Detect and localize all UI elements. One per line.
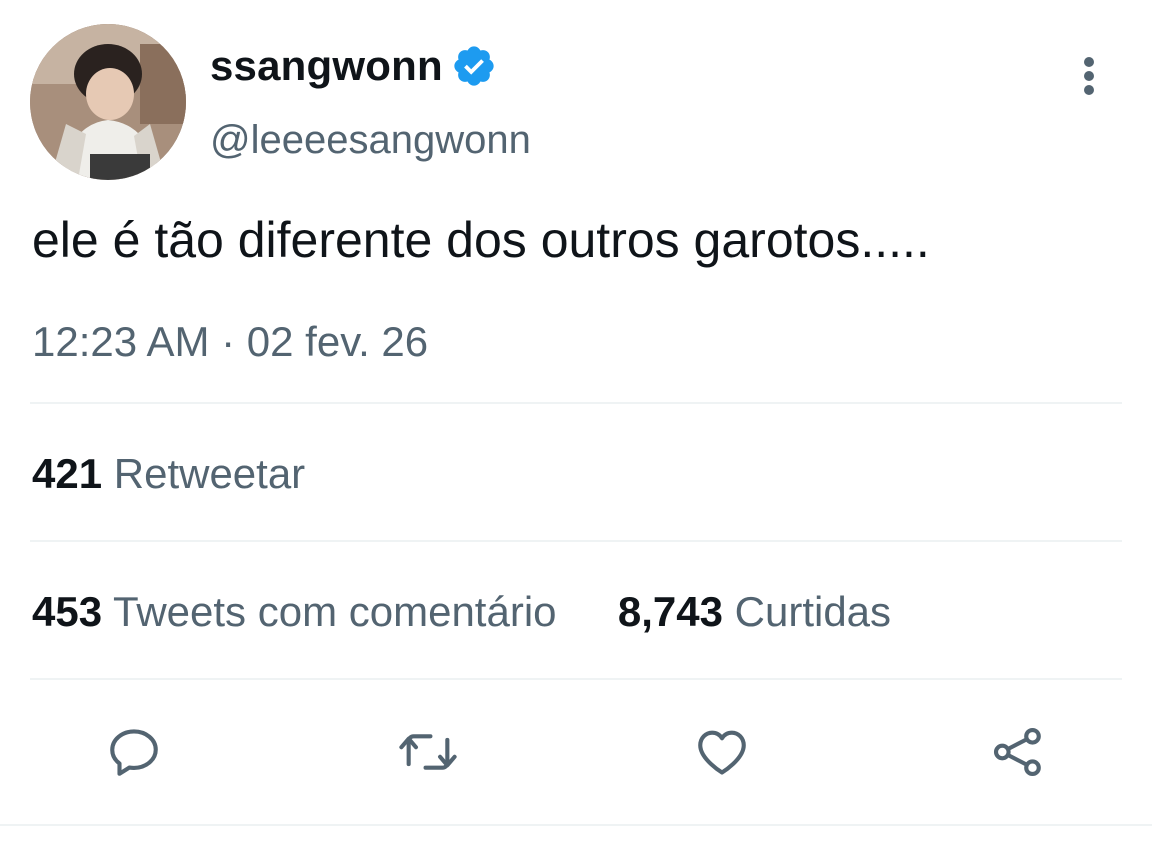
divider [30,678,1122,680]
avatar[interactable] [30,24,186,180]
likes-count: 8,743 [617,588,723,635]
like-icon [698,730,746,775]
like-button[interactable] [690,720,754,784]
retweets-label: Retweetar [113,450,306,497]
tweet-text: ele é tão diferente dos outros garotos..… [32,212,930,268]
quotes-stat[interactable]: 453 Tweets com comentário [32,588,568,635]
likes-label: Curtidas [734,588,892,635]
display-name[interactable]: ssangwonn [210,42,443,90]
reply-button[interactable] [102,720,166,784]
verified-badge-icon [451,43,497,89]
divider [30,540,1122,542]
retweet-button[interactable] [396,720,460,784]
divider [30,402,1122,404]
engagement-stats: 453 Tweets com comentário 8,743 Curtidas [32,588,891,636]
reply-icon [110,729,158,776]
share-icon [993,727,1041,777]
tweet-timestamp[interactable]: 12:23 AM · 02 fev. 26 [32,318,428,366]
author-display-name-row[interactable]: ssangwonn [210,42,497,90]
retweets-stat[interactable]: 421 Retweetar [32,450,305,498]
retweets-count: 421 [32,450,103,497]
quotes-count: 453 [32,588,103,635]
quotes-label: Tweets com comentário [113,588,557,635]
likes-stat[interactable]: 8,743 Curtidas [618,588,891,635]
share-button[interactable] [986,720,1050,784]
more-options-icon[interactable] [1072,54,1106,98]
retweet-icon [399,734,457,770]
author-handle[interactable]: @leeeesangwonn [210,118,531,163]
divider [0,824,1152,826]
